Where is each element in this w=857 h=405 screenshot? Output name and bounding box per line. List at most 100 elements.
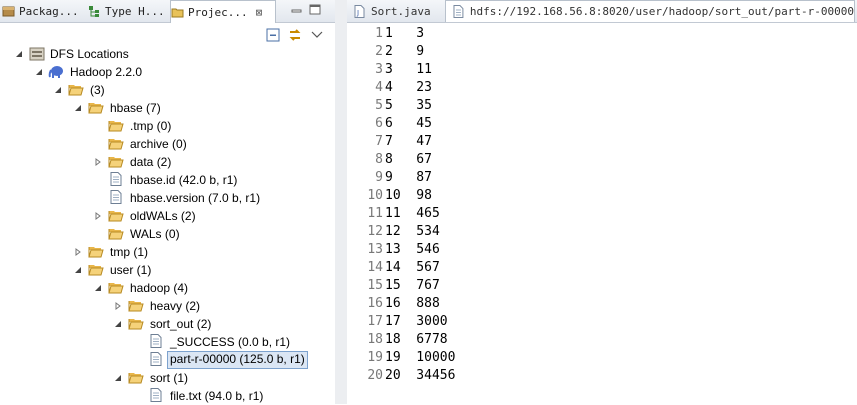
file-icon xyxy=(150,334,162,348)
expanded-arrow-icon[interactable] xyxy=(14,49,24,59)
tree-label: DFS Locations xyxy=(50,47,129,61)
line-number: 12 xyxy=(367,224,383,239)
tree-row-hbase-tmp[interactable]: .tmp (0) xyxy=(0,117,335,135)
expanded-arrow-icon[interactable] xyxy=(73,103,83,113)
tab-label: Projec... xyxy=(188,5,248,19)
editor-tab-part-r-00000[interactable]: hdfs://192.168.56.8:8020/user/hadoop/sor… xyxy=(445,0,855,22)
view-menu-icon[interactable] xyxy=(309,27,325,43)
minimize-icon[interactable] xyxy=(290,4,304,19)
line-number: 7 xyxy=(375,134,383,149)
expanded-arrow-icon[interactable] xyxy=(73,265,83,275)
tree-label: Hadoop 2.2.0 xyxy=(70,65,143,79)
editor-tab-sort-java[interactable]: J Sort.java xyxy=(353,0,439,22)
tree-row-hbase[interactable]: hbase (7) xyxy=(0,99,335,117)
tree-row-hbase-version[interactable]: hbase.version (7.0 b, r1) xyxy=(0,189,335,207)
pane-splitter[interactable] xyxy=(335,0,347,404)
line-number: 15 xyxy=(367,278,383,293)
expanded-arrow-icon[interactable] xyxy=(53,85,63,95)
line-number: 14 xyxy=(367,260,383,275)
collapse-all-icon[interactable] xyxy=(265,27,281,43)
line-number: 18 xyxy=(367,332,383,347)
tree-label: .tmp (0) xyxy=(130,119,172,133)
tree-row-archive[interactable]: archive (0) xyxy=(0,135,335,153)
line-text: 2 9 xyxy=(385,44,425,59)
open-folder-icon xyxy=(68,85,84,96)
tab-project-explorer[interactable]: Projec... ⊠ xyxy=(170,0,276,23)
tree-row-tmp[interactable]: tmp (1) xyxy=(0,243,335,261)
line-number: 17 xyxy=(367,314,383,329)
tree-label: hadoop (4) xyxy=(130,281,189,295)
collapsed-arrow-icon[interactable] xyxy=(93,211,103,221)
open-folder-icon xyxy=(128,301,144,312)
tree-label: sort (1) xyxy=(150,371,189,385)
open-folder-icon xyxy=(108,229,124,240)
maximize-icon[interactable] xyxy=(308,3,322,19)
editor-line: 44 23 xyxy=(347,79,857,97)
line-number: 11 xyxy=(367,206,383,221)
file-icon xyxy=(110,190,122,204)
tree-row-oldwals[interactable]: oldWALs (2) xyxy=(0,207,335,225)
editor-line: 20 20 34456 xyxy=(347,367,857,385)
line-text: 7 47 xyxy=(385,134,432,149)
collapsed-arrow-icon[interactable] xyxy=(113,301,123,311)
file-icon xyxy=(453,5,464,18)
line-number: 16 xyxy=(367,296,383,311)
text-editor[interactable]: 11 3 22 9 33 11 44 23 55 35 66 45 77 47 … xyxy=(347,23,857,404)
view-toolbar xyxy=(265,26,325,44)
tree-row-sort-out[interactable]: sort_out (2) xyxy=(0,315,335,333)
expanded-arrow-icon[interactable] xyxy=(34,67,44,77)
project-folder-icon xyxy=(171,8,184,17)
tree-label-selected: part-r-00000 (125.0 b, r1) xyxy=(167,351,308,369)
line-text: 16 888 xyxy=(385,296,440,311)
link-with-editor-icon[interactable] xyxy=(287,27,303,43)
tree-row-hbase-id[interactable]: hbase.id (42.0 b, r1) xyxy=(0,171,335,189)
editor-line: 11 11 465 xyxy=(347,205,857,223)
editor-line: 13 13 546 xyxy=(347,241,857,259)
line-text: 11 465 xyxy=(385,206,440,221)
tree-row-sort[interactable]: sort (1) xyxy=(0,369,335,387)
editor-line: 19 19 10000 xyxy=(347,349,857,367)
tree-row-hadoop[interactable]: hadoop (4) xyxy=(0,279,335,297)
tree-row-success[interactable]: _SUCCESS (0.0 b, r1) xyxy=(0,333,335,351)
line-text: 20 34456 xyxy=(385,368,456,383)
tree-row-dfs-locations[interactable]: DFS Locations xyxy=(0,45,335,63)
tree-label: heavy (2) xyxy=(150,299,201,313)
tab-label: Type H... xyxy=(105,4,165,18)
line-text: 17 3000 xyxy=(385,314,448,329)
tree-row-file-txt[interactable]: file.txt (94.0 b, r1) xyxy=(0,387,335,405)
line-number: 19 xyxy=(367,350,383,365)
editor-line: 16 16 888 xyxy=(347,295,857,313)
tree-row-heavy[interactable]: heavy (2) xyxy=(0,297,335,315)
close-icon[interactable]: ⊠ xyxy=(256,6,263,19)
tab-label: Sort.java xyxy=(371,4,431,18)
open-folder-icon xyxy=(108,283,124,294)
collapsed-arrow-icon[interactable] xyxy=(93,157,103,167)
editor-pane: J Sort.java hdfs://192.168.56.8:8020/use… xyxy=(347,0,857,404)
collapsed-arrow-icon[interactable] xyxy=(73,247,83,257)
tree-label: oldWALs (2) xyxy=(130,209,196,223)
open-folder-icon xyxy=(88,265,104,276)
line-text: 12 534 xyxy=(385,224,440,239)
file-icon xyxy=(150,352,162,366)
line-text: 8 67 xyxy=(385,152,432,167)
editor-line: 12 12 534 xyxy=(347,223,857,241)
tree-label: (3) xyxy=(90,83,105,97)
project-explorer-pane: Packag... Type H... Projec... ⊠ DFS Loca… xyxy=(0,0,335,404)
tree-row-root-folder[interactable]: (3) xyxy=(0,81,335,99)
editor-line: 14 14 567 xyxy=(347,259,857,277)
expanded-arrow-icon[interactable] xyxy=(113,319,123,329)
tree-row-hadoop-server[interactable]: Hadoop 2.2.0 xyxy=(0,63,335,81)
tree-label: user (1) xyxy=(110,263,152,277)
line-number: 3 xyxy=(375,62,383,77)
tree-row-user[interactable]: user (1) xyxy=(0,261,335,279)
svg-text:J: J xyxy=(356,9,359,17)
tree-row-wals[interactable]: WALs (0) xyxy=(0,225,335,243)
editor-line: 99 87 xyxy=(347,169,857,187)
expanded-arrow-icon[interactable] xyxy=(113,373,123,383)
tree-row-part-r-00000[interactable]: part-r-00000 (125.0 b, r1) xyxy=(0,351,335,369)
expanded-arrow-icon[interactable] xyxy=(93,283,103,293)
elephant-icon xyxy=(48,66,63,78)
tab-type-hierarchy[interactable]: Type H... xyxy=(88,0,168,22)
tab-package-explorer[interactable]: Packag... xyxy=(2,0,82,22)
tree-row-data[interactable]: data (2) xyxy=(0,153,335,171)
